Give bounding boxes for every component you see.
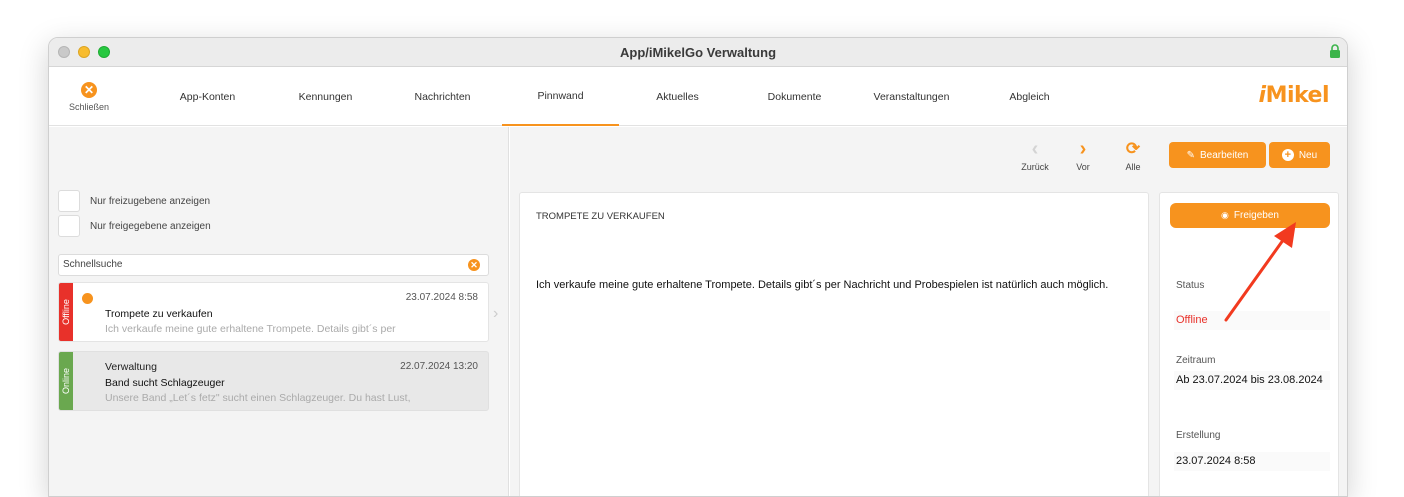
list-item-preview: Unsere Band „Let´s fetz" sucht einen Sch… [105, 392, 411, 404]
filter-only-released: Nur freigegebene anzeigen [58, 215, 211, 237]
back-button[interactable]: ‹ Zurück [1015, 139, 1055, 172]
period-label: Zeitraum [1176, 355, 1216, 366]
tab-dokumente[interactable]: Dokumente [736, 67, 853, 126]
list-item-date: 23.07.2024 8:58 [405, 292, 478, 303]
lock-icon [1330, 44, 1340, 58]
edit-label: Bearbeiten [1200, 149, 1249, 161]
tab-aktuelles[interactable]: Aktuelles [619, 67, 736, 126]
chevron-left-icon: ‹ [1031, 138, 1039, 160]
tab-abgleich[interactable]: Abgleich [971, 67, 1088, 126]
imikel-logo: iMikel [1258, 83, 1330, 108]
created-value: 23.07.2024 8:58 [1174, 452, 1330, 471]
tab-pinnwand[interactable]: Pinnwand [502, 67, 619, 126]
close-label: Schließen [68, 101, 110, 112]
main-toolbar: ✕ Schließen App-Konten Kennungen Nachric… [49, 67, 1347, 126]
search-input-value: Schnellsuche [63, 259, 123, 270]
filter-only-to-release: Nur freizugebene anzeigen [58, 190, 210, 212]
window-minimize-button[interactable] [78, 46, 90, 58]
next-label: Vor [1076, 162, 1090, 172]
filter-only-to-release-label: Nur freizugebene anzeigen [90, 195, 211, 207]
search-input[interactable]: Schnellsuche ✕ [58, 254, 489, 276]
created-label: Erstellung [1176, 430, 1221, 441]
logo-text: Mikel [1265, 83, 1330, 108]
post-content: TROMPETE ZU VERKAUFEN Ich verkaufe meine… [519, 192, 1149, 496]
list-item-status: Online [61, 367, 72, 395]
filter-only-to-release-checkbox[interactable] [58, 190, 80, 212]
status-label: Status [1176, 280, 1205, 291]
close-icon: ✕ [81, 81, 97, 98]
release-button[interactable]: ◉ Freigeben [1170, 203, 1330, 228]
filter-only-released-label: Nur freigegebene anzeigen [90, 220, 211, 232]
tab-nachrichten[interactable]: Nachrichten [384, 67, 501, 126]
list-item-title: Trompete zu verkaufen [105, 308, 213, 320]
status-strip-offline: Offline [59, 283, 73, 341]
plus-circle-icon: + [1281, 149, 1294, 161]
window-controls [58, 46, 110, 58]
chevron-right-icon: › [493, 305, 499, 322]
list-item-title: Band sucht Schlagzeuger [105, 377, 225, 389]
list-panel: Nur freizugebene anzeigen Nur freigegebe… [49, 127, 509, 496]
window-title: App/iMikelGo Verwaltung [619, 44, 777, 60]
list-item-date: 22.07.2024 13:20 [400, 361, 478, 372]
edit-button[interactable]: ✎ Bearbeiten [1169, 142, 1266, 168]
status-value: Offline [1174, 311, 1330, 330]
window-maximize-button[interactable] [98, 46, 110, 58]
unread-dot-icon [82, 293, 93, 304]
detail-panel: ‹ Zurück › Vor ⟳ Alle ✎ Bearbeiten + Neu… [510, 127, 1347, 496]
list-item-preview: Ich verkaufe meine gute erhaltene Trompe… [105, 323, 396, 335]
new-button[interactable]: + Neu [1269, 142, 1330, 168]
post-body: Ich verkaufe meine gute erhaltene Trompe… [536, 279, 1109, 291]
app-window: App/iMikelGo Verwaltung ✕ Schließen App-… [48, 37, 1348, 497]
logo-i: i [1258, 83, 1267, 108]
tab-kennungen[interactable]: Kennungen [267, 67, 384, 126]
list-item[interactable]: Online Verwaltung 22.07.2024 13:20 Band … [58, 351, 489, 411]
post-meta-panel: ◉ Freigeben Status Offline Zeitraum Ab 2… [1159, 192, 1339, 496]
clear-search-icon[interactable]: ✕ [468, 259, 480, 271]
pencil-icon: ✎ [1186, 149, 1195, 161]
post-title: TROMPETE ZU VERKAUFEN [536, 211, 665, 222]
all-label: Alle [1125, 162, 1141, 172]
filter-only-released-checkbox[interactable] [58, 215, 80, 237]
window-close-button[interactable] [58, 46, 70, 58]
release-label: Freigeben [1233, 210, 1279, 221]
title-bar: App/iMikelGo Verwaltung [49, 38, 1347, 67]
status-strip-online: Online [59, 352, 73, 410]
next-button[interactable]: › Vor [1063, 139, 1103, 172]
list-item-status: Offline [61, 299, 72, 325]
eye-icon: ◉ [1221, 210, 1229, 220]
tab-app-konten[interactable]: App-Konten [149, 67, 266, 126]
back-label: Zurück [1021, 162, 1049, 172]
new-label: Neu [1298, 149, 1318, 161]
list-item[interactable]: Offline 23.07.2024 8:58 Trompete zu verk… [58, 282, 489, 342]
tab-veranstaltungen[interactable]: Veranstaltungen [853, 67, 970, 126]
period-value: Ab 23.07.2024 bis 23.08.2024 [1174, 371, 1330, 390]
list-item-sender: Verwaltung [105, 361, 157, 373]
all-button[interactable]: ⟳ Alle [1113, 139, 1153, 172]
chevron-right-icon: › [1079, 138, 1087, 160]
close-button[interactable]: ✕ Schließen [49, 67, 129, 126]
refresh-icon: ⟳ [1125, 139, 1141, 158]
